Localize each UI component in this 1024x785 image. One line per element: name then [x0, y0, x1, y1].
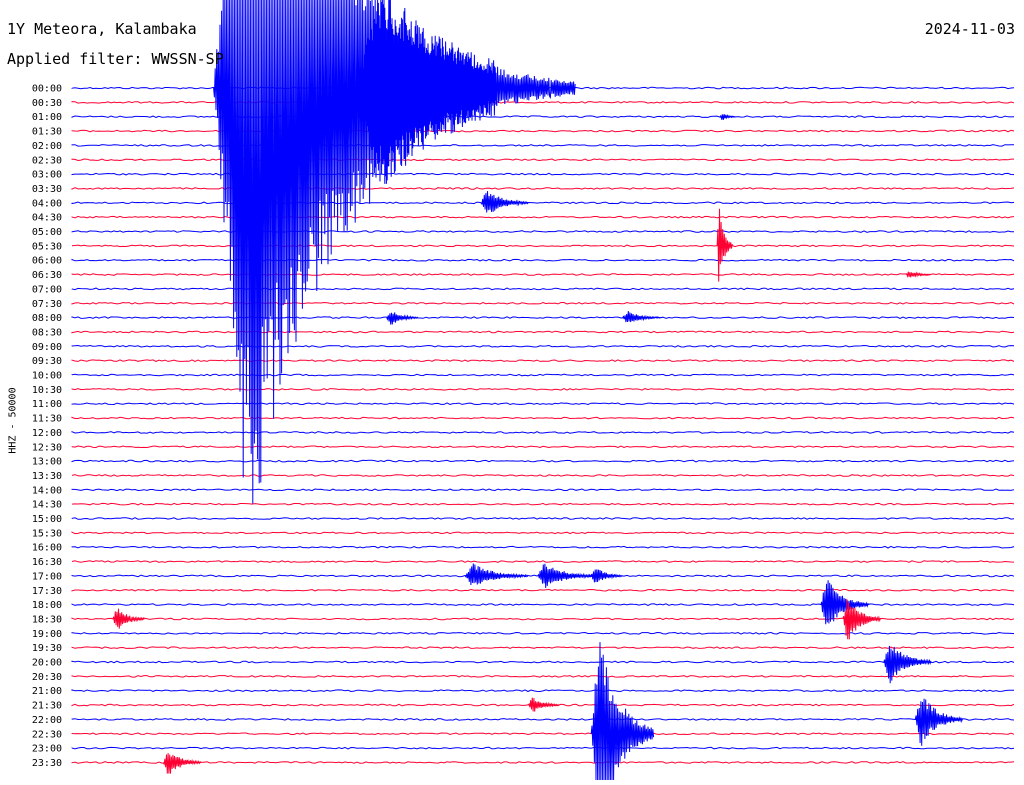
- row-time-label: 09:30: [32, 356, 62, 367]
- row-time-label: 13:30: [32, 471, 62, 482]
- row-time-label: 01:00: [32, 112, 62, 123]
- row-time-label: 09:00: [32, 342, 62, 353]
- row-time-label: 06:30: [32, 270, 62, 281]
- row-time-label: 20:30: [32, 672, 62, 683]
- row-time-label: 01:30: [32, 127, 62, 138]
- row-time-label: 21:00: [32, 686, 62, 697]
- row-time-label: 14:30: [32, 500, 62, 511]
- helicorder-plot: 00:00 00:30 01:00 01:30 02:00 02:30 03:00 03:30…: [0, 0, 1024, 781]
- row-time-label: 19:00: [32, 629, 62, 640]
- row-time-label: 22:00: [32, 715, 62, 726]
- row-time-label: 23:00: [32, 744, 62, 755]
- row-time-label: 04:30: [32, 213, 62, 224]
- row-time-label: 03:30: [32, 184, 62, 195]
- row-time-label: 00:00: [32, 84, 62, 95]
- station-title: 1Y Meteora, Kalambaka: [7, 20, 197, 38]
- row-time-label: 12:30: [32, 442, 62, 453]
- row-time-label: 15:30: [32, 528, 62, 539]
- row-time-label: 11:00: [32, 399, 62, 410]
- row-time-label: 22:30: [32, 729, 62, 740]
- row-time-label: 18:00: [32, 600, 62, 611]
- row-time-label: 23:30: [32, 758, 62, 769]
- row-time-label: 04:00: [32, 198, 62, 209]
- row-time-label: 06:00: [32, 256, 62, 267]
- row-time-label: 02:00: [32, 141, 62, 152]
- row-time-label: 15:00: [32, 514, 62, 525]
- row-time-label: 02:30: [32, 155, 62, 166]
- row-time-label: 12:00: [32, 428, 62, 439]
- row-time-label: 05:30: [32, 241, 62, 252]
- row-time-label: 17:30: [32, 586, 62, 597]
- row-time-label: 13:00: [32, 457, 62, 468]
- row-time-label: 08:30: [32, 327, 62, 338]
- row-time-label: 03:00: [32, 170, 62, 181]
- row-time-label: 07:30: [32, 299, 62, 310]
- row-time-label: 07:00: [32, 284, 62, 295]
- date-label: 2024-11-03: [924, 20, 1015, 38]
- row-time-label: 10:30: [32, 385, 62, 396]
- row-time-label: 11:30: [32, 414, 62, 425]
- row-time-label: 18:30: [32, 614, 62, 625]
- row-time-label: 14:00: [32, 485, 62, 496]
- row-time-label: 21:30: [32, 701, 62, 712]
- row-time-label: 00:30: [32, 98, 62, 109]
- row-time-label: 20:00: [32, 658, 62, 669]
- row-time-label: 16:00: [32, 543, 62, 554]
- row-time-label: 16:30: [32, 557, 62, 568]
- channel-label: HHZ - 50000: [7, 387, 19, 454]
- row-time-label: 19:30: [32, 643, 62, 654]
- row-time-label: 05:00: [32, 227, 62, 238]
- filter-label: Applied filter: WWSSN-SP: [7, 50, 224, 68]
- row-time-label: 17:00: [32, 571, 62, 582]
- row-time-label: 08:00: [32, 313, 62, 324]
- row-time-label: 10:00: [32, 371, 62, 382]
- helicorder-svg: 00:00 00:30 01:00 01:30 02:00 02:30 03:00 03:30…: [0, 0, 1024, 781]
